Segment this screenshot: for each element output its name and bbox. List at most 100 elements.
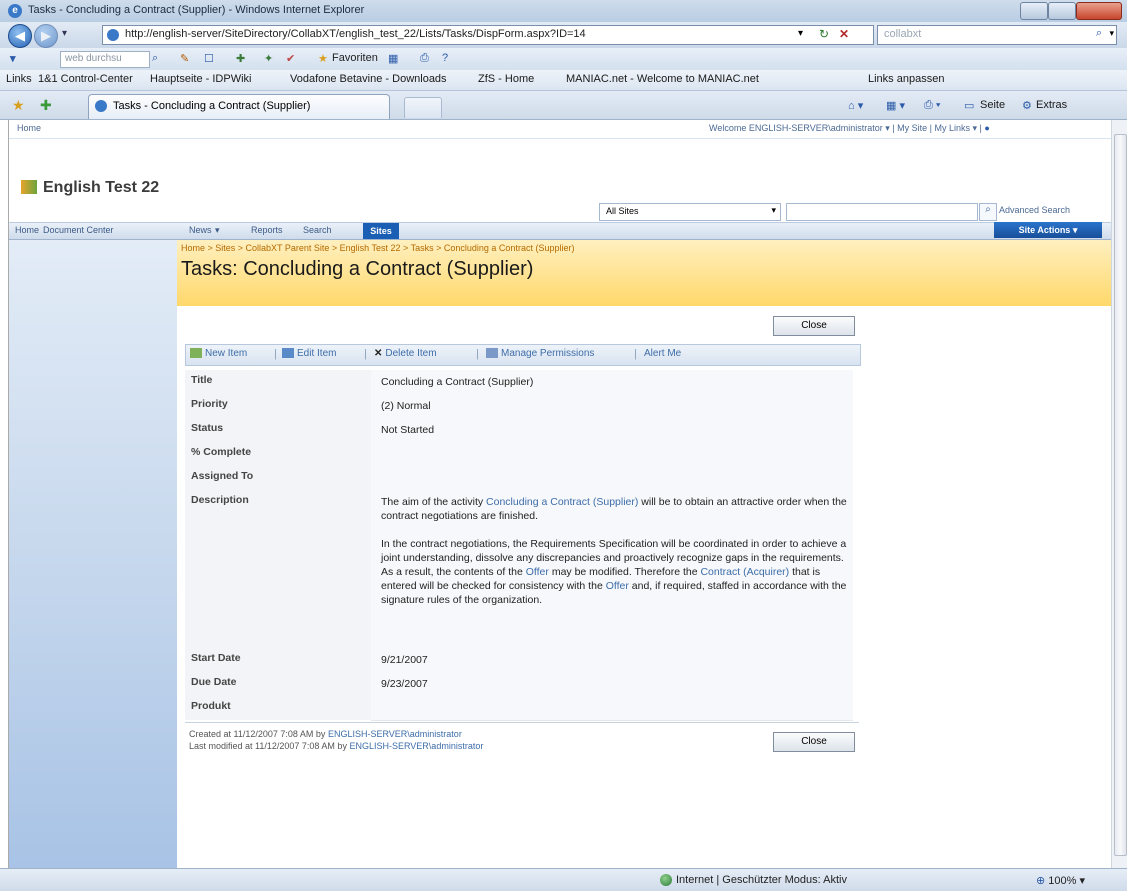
toolbar-logo-icon[interactable]: ▾ [10, 52, 16, 65]
link-1and1[interactable]: 1&1 Control-Center [38, 73, 133, 85]
chevron-down-icon[interactable]: ▾ [62, 28, 67, 39]
search-options-icon[interactable]: ▾ [1109, 28, 1114, 39]
field-row-status: Status Not Started [185, 418, 859, 443]
site-title[interactable]: English Test 22 [43, 179, 159, 197]
home-icon[interactable]: ⌂ ▾ [848, 99, 863, 112]
web-search-icon[interactable]: ⌕ [152, 52, 158, 65]
search-input[interactable]: collabxt ⌕ ▾ [877, 25, 1117, 45]
nav-home[interactable]: Home [15, 225, 39, 235]
site-search-input[interactable] [786, 203, 978, 221]
field-label: Due Date [191, 676, 237, 688]
feed-icon[interactable]: ▦ [388, 52, 398, 65]
search-icon[interactable]: ⌕ [1096, 27, 1102, 40]
form-content: Close New Item | Edit Item | ✕ Delete Ite… [177, 306, 1111, 868]
star-icon[interactable]: ✦ [264, 52, 273, 65]
advanced-search-link[interactable]: Advanced Search [999, 205, 1070, 215]
nav-reports[interactable]: Reports [251, 225, 283, 235]
close-button-bottom[interactable]: Close [773, 732, 855, 752]
search-scope-select[interactable]: All Sites ▾ [599, 203, 781, 221]
link-customize[interactable]: Links anpassen [868, 73, 944, 85]
feeds-icon[interactable]: ▦ ▾ [886, 99, 905, 112]
list-toolbar: New Item | Edit Item | ✕ Delete Item | Ma… [185, 344, 861, 366]
favorites-icon[interactable]: ★ [318, 52, 328, 65]
web-search-input[interactable]: web durchsu [60, 51, 150, 68]
delete-item-button[interactable]: ✕ Delete Item [374, 348, 437, 359]
address-url: http://english-server/SiteDirectory/Coll… [125, 28, 586, 40]
highlight-icon[interactable]: ✎ [180, 52, 189, 65]
favorites-button[interactable]: Favoriten [332, 52, 378, 64]
field-label: Priority [191, 398, 228, 410]
refresh-icon[interactable]: ↻ [819, 27, 829, 41]
site-search-icon[interactable]: ⌕ [979, 203, 997, 221]
web-search-text: web durchsu [65, 53, 122, 64]
page-title: Tasks: Concluding a Contract (Supplier) [181, 258, 534, 280]
address-bar[interactable]: http://english-server/SiteDirectory/Coll… [102, 25, 874, 45]
add-icon[interactable]: ✚ [236, 52, 245, 65]
status-bar: Internet | Geschützter Modus: Aktiv ⊕ 10… [0, 868, 1127, 891]
toolbar-separator: | [274, 348, 277, 360]
maximize-button[interactable] [1048, 2, 1076, 20]
nav-document-center[interactable]: Document Center [43, 225, 114, 235]
site-actions-button[interactable]: Site Actions ▾ [994, 222, 1102, 238]
tools-icon[interactable]: ⚙ [1022, 99, 1032, 112]
edit-icon[interactable]: ☐ [204, 52, 214, 65]
close-button-top[interactable]: Close [773, 316, 855, 336]
field-value-empty [371, 466, 853, 491]
zoom-icon: ⊕ [1036, 875, 1046, 887]
print-icon[interactable]: ⎙ [420, 52, 429, 65]
nav-news[interactable]: News [189, 225, 212, 235]
field-row-produkt: Produkt [185, 696, 859, 721]
check-icon[interactable]: ✔ [286, 52, 295, 65]
stop-icon[interactable]: ✕ [839, 27, 849, 41]
field-row-start-date: Start Date 9/21/2007 [185, 648, 859, 673]
link-zfs-home[interactable]: ZfS - Home [478, 73, 534, 85]
new-item-label: New Item [205, 348, 248, 359]
my-site-link[interactable]: My Site [897, 123, 927, 133]
welcome-menu[interactable]: Welcome ENGLISH-SERVER\administrator [709, 123, 883, 133]
favorites-center-icon[interactable]: ★ [12, 97, 25, 114]
nav-news-dropdown-icon[interactable]: ▾ [215, 225, 220, 236]
desc-link-contract[interactable]: Contract (Acquirer) [700, 566, 789, 578]
close-window-button[interactable] [1076, 2, 1122, 20]
nav-sites[interactable]: Sites [363, 223, 399, 239]
minimize-button[interactable] [1020, 2, 1048, 20]
toolbar-separator: | [634, 348, 637, 360]
nav-search[interactable]: Search [303, 225, 332, 235]
dropdown-icon[interactable]: ▾ [798, 28, 803, 39]
desc-link-activity[interactable]: Concluding a Contract (Supplier) [486, 496, 638, 508]
tab-current[interactable]: Tasks - Concluding a Contract (Supplier) [88, 94, 390, 119]
help-icon[interactable]: ● [984, 123, 989, 133]
page-icon [107, 29, 119, 41]
manage-permissions-button[interactable]: Manage Permissions [486, 348, 594, 359]
desc-link-offer[interactable]: Offer [526, 566, 549, 578]
new-item-button[interactable]: New Item [190, 348, 247, 359]
link-maniac[interactable]: MANIAC.net - Welcome to MANIAC.net [566, 73, 759, 85]
edit-item-button[interactable]: Edit Item [282, 348, 336, 359]
new-tab-button[interactable] [404, 97, 442, 118]
site-actions-label: Site Actions [1018, 225, 1071, 235]
top-home-link[interactable]: Home [17, 123, 41, 133]
forward-icon[interactable]: ▶ [34, 24, 58, 48]
my-links-menu[interactable]: My Links [934, 123, 970, 133]
zoom-control[interactable]: ⊕ 100% ▾ [1036, 874, 1085, 887]
site-logo-icon [21, 180, 37, 194]
extras-menu-button[interactable]: Extras [1036, 99, 1067, 111]
back-icon[interactable]: ◀ [8, 24, 32, 48]
printer-icon[interactable]: ⎙ ▾ [924, 99, 940, 112]
vertical-scrollbar[interactable] [1111, 120, 1127, 868]
link-idpwiki[interactable]: Hauptseite - IDPWiki [150, 73, 251, 85]
breadcrumb[interactable]: Home > Sites > CollabXT Parent Site > En… [181, 243, 574, 253]
add-favorite-icon[interactable]: ✚ [40, 97, 52, 114]
help-icon[interactable]: ? [442, 52, 448, 64]
link-vodafone[interactable]: Vodafone Betavine - Downloads [290, 73, 447, 85]
tab-row: ★ ✚ Tasks - Concluding a Contract (Suppl… [0, 91, 1127, 120]
scrollbar-thumb[interactable] [1114, 134, 1127, 856]
page-menu-icon[interactable]: ▭ [964, 99, 974, 112]
desc-link-offer[interactable]: Offer [606, 580, 629, 592]
modified-by-link[interactable]: ENGLISH-SERVER\administrator [349, 741, 483, 751]
created-by-link[interactable]: ENGLISH-SERVER\administrator [328, 729, 462, 739]
alert-me-button[interactable]: Alert Me [644, 348, 681, 359]
security-zone[interactable]: Internet | Geschützter Modus: Aktiv [660, 874, 847, 887]
welcome-area: Welcome ENGLISH-SERVER\administrator ▾ |… [709, 123, 990, 133]
page-menu-button[interactable]: Seite [980, 99, 1005, 111]
